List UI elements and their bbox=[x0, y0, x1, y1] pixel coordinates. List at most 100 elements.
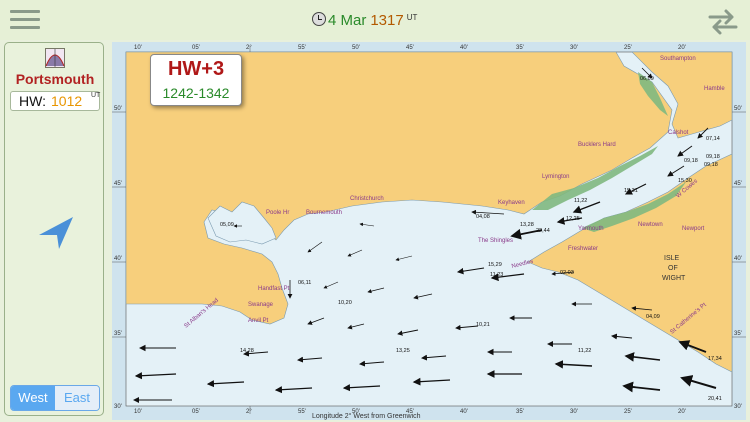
west-east-toggle: West East bbox=[10, 385, 100, 411]
rate-label: 13,28 bbox=[520, 222, 534, 228]
top-tick: 30' bbox=[570, 45, 578, 51]
tide-offset-title: HW+3 bbox=[167, 58, 225, 80]
right-tick: 40' bbox=[734, 256, 742, 262]
time-unit: UT bbox=[406, 13, 418, 22]
sync-arrows-icon[interactable] bbox=[706, 6, 740, 36]
top-tick: 45' bbox=[406, 45, 414, 51]
menu-icon[interactable] bbox=[4, 4, 44, 36]
left-tick: 30' bbox=[114, 404, 122, 410]
place-handfast: Handfast Pt bbox=[258, 286, 290, 292]
place-bucklers-hard: Bucklers Hard bbox=[578, 142, 616, 148]
top-tick: 50' bbox=[352, 45, 360, 51]
rate-label: 10,20 bbox=[338, 300, 352, 306]
rate-label: 20,41 bbox=[708, 396, 722, 402]
bottom-tick: 25' bbox=[624, 409, 632, 415]
menu-icon-bar bbox=[10, 26, 40, 29]
longitude-caption: Longitude 2° West from Greenwich bbox=[312, 412, 421, 420]
top-tick: 10' bbox=[134, 45, 142, 51]
rate-label: 14,28 bbox=[240, 348, 254, 354]
bottom-tick: 10' bbox=[134, 409, 142, 415]
place-the-shingles: The Shingles bbox=[478, 238, 513, 244]
bottom-tick: 40' bbox=[460, 409, 468, 415]
place-hamble: Hamble bbox=[704, 86, 725, 92]
port-name[interactable]: Portsmouth bbox=[5, 71, 105, 87]
left-tick: 35' bbox=[114, 331, 122, 337]
place-newport: Newport bbox=[682, 226, 705, 232]
place-southampton: Southampton bbox=[660, 56, 696, 62]
left-tick: 45' bbox=[114, 181, 122, 187]
place-newtown: Newtown bbox=[638, 222, 663, 228]
top-tick: 05' bbox=[192, 45, 200, 51]
hw-unit: UT bbox=[91, 92, 101, 99]
right-tick: 35' bbox=[734, 331, 742, 337]
place-poole: Poole Hr bbox=[266, 210, 289, 216]
rate-label: 10,21 bbox=[476, 322, 490, 328]
place-swanage: Swanage bbox=[248, 302, 274, 308]
rate-label: 11,22 bbox=[574, 198, 587, 204]
rate-label: 09,18 bbox=[706, 154, 720, 160]
hw-label: HW: bbox=[19, 93, 46, 109]
rate-label: 15,30 bbox=[678, 178, 692, 184]
right-tick: 30' bbox=[734, 404, 742, 410]
rate-label: 07,14 bbox=[706, 136, 720, 142]
hw-value: 1012 bbox=[51, 93, 83, 109]
place-yarmouth: Yarmouth bbox=[578, 226, 604, 232]
rate-label: 04,08 bbox=[476, 214, 490, 220]
tide-time-range: 1242-1342 bbox=[162, 85, 230, 101]
rate-label: 15,31 bbox=[624, 188, 638, 194]
rate-label: 11,22 bbox=[578, 348, 591, 354]
rate-label: 06,11 bbox=[298, 280, 311, 286]
rate-label: 02,03 bbox=[560, 270, 574, 276]
rate-label: 17,34 bbox=[708, 356, 722, 362]
top-tick: 55' bbox=[298, 45, 306, 51]
rate-label: 11,23 bbox=[490, 272, 503, 278]
place-freshwater: Freshwater bbox=[568, 246, 598, 252]
left-tick: 50' bbox=[114, 106, 122, 112]
tide-offset-card[interactable]: HW+3 1242-1342 bbox=[150, 54, 242, 106]
east-button[interactable]: East bbox=[55, 386, 99, 410]
left-tick: 40' bbox=[114, 256, 122, 262]
rate-label: 13,25 bbox=[396, 348, 410, 354]
rate-label: 15,29 bbox=[488, 262, 502, 268]
clock-icon bbox=[312, 12, 326, 26]
place-isle: ISLE bbox=[664, 255, 680, 262]
place-bournemouth: Bournemouth bbox=[306, 210, 342, 216]
place-of: OF bbox=[668, 265, 678, 272]
location-arrow-icon[interactable] bbox=[37, 213, 77, 253]
rate-label: 12,25 bbox=[566, 216, 580, 222]
place-keyhaven: Keyhaven bbox=[498, 200, 525, 206]
sidebar: Portsmouth HW: 1012 UT West East bbox=[4, 42, 104, 416]
place-anvil: Anvil Pt bbox=[248, 318, 269, 324]
top-tick: 2° bbox=[246, 45, 252, 51]
right-tick: 50' bbox=[734, 106, 742, 112]
place-calshot: Calshot bbox=[668, 130, 689, 136]
top-tick: 20' bbox=[678, 45, 686, 51]
bottom-tick: 20' bbox=[678, 409, 686, 415]
west-button[interactable]: West bbox=[11, 386, 55, 410]
top-tick: 25' bbox=[624, 45, 632, 51]
place-wight: WIGHT bbox=[662, 275, 686, 282]
place-christchurch: Christchurch bbox=[350, 196, 384, 202]
rate-label: 05,09 bbox=[220, 222, 234, 228]
bottom-tick: 05' bbox=[192, 409, 200, 415]
rate-label: 09,18 bbox=[704, 162, 718, 168]
bottom-tick: 55' bbox=[298, 409, 306, 415]
right-tick: 45' bbox=[734, 181, 742, 187]
top-tick: 35' bbox=[516, 45, 524, 51]
high-water-box: HW: 1012 UT bbox=[10, 91, 100, 111]
tide-graph-icon[interactable] bbox=[45, 48, 65, 68]
rate-label: 22,44 bbox=[536, 228, 550, 234]
rate-label: 09,18 bbox=[684, 158, 698, 164]
menu-icon-bar bbox=[10, 18, 40, 21]
top-tick: 40' bbox=[460, 45, 468, 51]
bottom-tick: 35' bbox=[516, 409, 524, 415]
date-label: 4 Mar bbox=[328, 12, 367, 29]
time-label: 1317 bbox=[370, 12, 404, 29]
place-lymington: Lymington bbox=[542, 174, 569, 180]
menu-icon-bar bbox=[10, 10, 40, 13]
rate-label: 04,09 bbox=[646, 314, 660, 320]
bottom-tick: 2° bbox=[246, 409, 252, 415]
datetime-display[interactable]: 4 Mar 1317 UT bbox=[312, 11, 417, 31]
top-bar: 4 Mar 1317 UT bbox=[0, 0, 750, 40]
bottom-tick: 30' bbox=[570, 409, 578, 415]
